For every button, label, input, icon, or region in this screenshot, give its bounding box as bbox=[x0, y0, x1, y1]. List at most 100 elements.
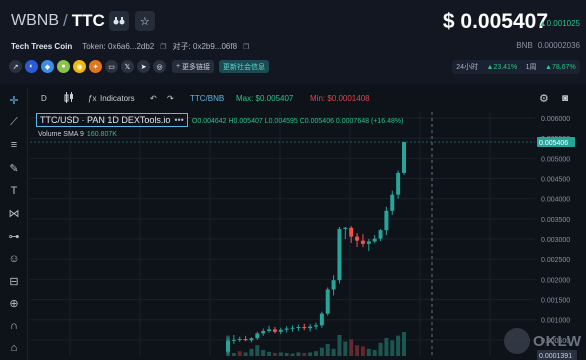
redo-icon[interactable]: ↷ bbox=[167, 94, 174, 103]
indicators-button[interactable]: Indicators bbox=[100, 94, 135, 103]
project-name: Tech Trees Coin bbox=[11, 42, 73, 51]
volume-bar bbox=[290, 353, 295, 356]
chart-site-icon[interactable]: ◆ bbox=[41, 60, 54, 73]
base-symbol: WBNB bbox=[11, 12, 59, 29]
volume-bar bbox=[372, 350, 377, 356]
text-tool-icon[interactable]: T bbox=[6, 183, 22, 199]
settings-gear-icon[interactable]: ⚙ bbox=[539, 92, 549, 105]
candle-body bbox=[355, 236, 360, 241]
share-icon[interactable]: ↗ bbox=[9, 60, 22, 73]
brush-icon[interactable]: ✎ bbox=[6, 160, 22, 176]
price-axis-tick: 0.004000 bbox=[541, 197, 570, 204]
price-axis-tick: 0.002000 bbox=[541, 277, 570, 284]
candle-body bbox=[402, 142, 406, 173]
volume-bar bbox=[402, 332, 406, 356]
ruler-icon[interactable]: ⊟ bbox=[6, 273, 22, 289]
coingecko-icon[interactable]: ● bbox=[57, 60, 70, 73]
candlestick-chart-svg: 0.0060000.0055000.0050000.0045000.004000… bbox=[30, 112, 577, 360]
zoom-in-icon[interactable]: ⊕ bbox=[6, 295, 22, 311]
volume-bar bbox=[272, 353, 277, 356]
update-community-button[interactable]: 更新社会信息 bbox=[219, 60, 270, 73]
more-links-button[interactable]: + 更多链接 bbox=[172, 60, 215, 73]
candle-body bbox=[319, 313, 324, 326]
candle-style-icon-svg bbox=[64, 91, 73, 103]
discord-icon[interactable]: ◎ bbox=[153, 60, 166, 73]
volume-bar bbox=[267, 351, 272, 356]
candle-body bbox=[314, 325, 318, 327]
website-icon[interactable]: ▭ bbox=[105, 60, 118, 73]
metamask-icon[interactable]: ✦ bbox=[89, 60, 102, 73]
price-axis-tick: 0.003000 bbox=[541, 237, 570, 244]
chart-symbol-box[interactable]: TTC/USD · PAN 1D DEXTools.io ••• bbox=[36, 113, 188, 127]
lock-icon[interactable]: ⌂ bbox=[6, 340, 22, 356]
pair-title: WBNB / TTC ☆ bbox=[11, 11, 155, 31]
ohlc-values: O0.004642 H0.005407 L0.004595 C0.005406 … bbox=[191, 118, 404, 125]
candle-body bbox=[284, 328, 289, 330]
up-arrow-icon: ▲ bbox=[545, 63, 552, 71]
period-1w-label: 1周 bbox=[525, 64, 537, 71]
chart-legend: TTC/USD · PAN 1D DEXTools.io ••• O0.0046… bbox=[36, 113, 403, 127]
watermark-logo-icon bbox=[504, 328, 530, 354]
pair-separator: / bbox=[63, 11, 68, 30]
copy-pair-icon[interactable]: ❐ bbox=[243, 43, 249, 51]
volume-indicator-value: 160.807K bbox=[86, 131, 117, 138]
volume-indicator-label: Volume SMA 9 bbox=[38, 131, 84, 138]
binoculars-icon[interactable] bbox=[108, 11, 129, 31]
chart-symbol-title: TTC/USD · PAN 1D DEXTools.io bbox=[40, 115, 171, 125]
volume-bar bbox=[384, 338, 389, 356]
period-24h-value: 23.41% bbox=[493, 63, 518, 71]
coinmarketcap-icon[interactable]: ◐ bbox=[25, 60, 38, 73]
candle-body bbox=[372, 238, 377, 242]
candle-body bbox=[378, 230, 383, 239]
volume-bar bbox=[343, 341, 348, 356]
magnet-icon[interactable]: ∩ bbox=[6, 318, 22, 334]
last-price-label: 0.005406 bbox=[539, 140, 568, 147]
volume-bar bbox=[337, 335, 342, 356]
candle-body bbox=[231, 339, 236, 341]
candle-body bbox=[278, 329, 283, 332]
crosshair-icon[interactable]: ✛ bbox=[6, 92, 22, 108]
interval-button[interactable]: D bbox=[41, 94, 47, 103]
candle-body bbox=[226, 340, 230, 352]
token-address[interactable]: Token: 0x6a6...2db2 bbox=[82, 42, 154, 51]
horizontal-lines-icon[interactable]: ≡ bbox=[6, 137, 22, 153]
volume-bar bbox=[249, 348, 254, 356]
pattern-icon[interactable]: ⋈ bbox=[6, 205, 22, 221]
pair-address[interactable]: 对子: 0x2b9...06f8 bbox=[173, 41, 237, 52]
max-price-label: Max: $0.005407 bbox=[236, 93, 294, 103]
legend-more-icon[interactable]: ••• bbox=[174, 115, 183, 125]
period-24h-label: 24小时 bbox=[456, 64, 479, 71]
candle-body bbox=[384, 210, 389, 231]
telegram-icon[interactable]: ➤ bbox=[137, 60, 150, 73]
emoji-icon[interactable]: ☺ bbox=[6, 251, 22, 267]
volume-bar bbox=[319, 347, 324, 356]
twitter-icon[interactable]: 𝕏 bbox=[121, 60, 134, 73]
volume-bar bbox=[349, 339, 354, 356]
volume-bar bbox=[231, 353, 236, 356]
volume-bar bbox=[378, 342, 383, 356]
price-axis-tick: 0.003500 bbox=[541, 217, 570, 224]
site-watermark: OKLW bbox=[504, 328, 582, 354]
candle-body bbox=[272, 329, 277, 332]
drawing-tools-sidebar: ✛ ⟋ ≡ ✎ T ⋈ ⊶ ☺ ⊟ ⊕ ∩ ⌂ bbox=[0, 88, 28, 360]
price-chart[interactable]: 0.0060000.0055000.0050000.0045000.004000… bbox=[30, 108, 586, 360]
quote-symbol: TTC bbox=[71, 11, 105, 30]
explorer-icon[interactable]: ◉ bbox=[73, 60, 86, 73]
volume-bar bbox=[355, 345, 360, 356]
volume-bar bbox=[396, 335, 401, 356]
copy-token-icon[interactable]: ❐ bbox=[160, 43, 166, 51]
screenshot-camera-icon[interactable]: ◙ bbox=[562, 93, 568, 104]
indicators-icon[interactable]: ƒx bbox=[88, 94, 96, 103]
candle-body bbox=[243, 339, 248, 341]
candle-body bbox=[290, 327, 295, 329]
pair-switch-button[interactable]: TTC/BNB bbox=[190, 94, 224, 103]
trend-line-icon[interactable]: ⟋ bbox=[6, 114, 22, 130]
candle-body bbox=[237, 339, 242, 341]
candle-style-icon[interactable] bbox=[64, 91, 74, 105]
token-info-line: Tech Trees Coin Token: 0x6a6...2db2 ❐ 对子… bbox=[11, 41, 249, 52]
favorite-star-icon[interactable]: ☆ bbox=[134, 11, 155, 31]
undo-icon[interactable]: ↶ bbox=[150, 94, 157, 103]
min-price-label: Min: $0.0001408 bbox=[310, 93, 370, 103]
candle-body bbox=[331, 280, 336, 290]
measure-icon[interactable]: ⊶ bbox=[6, 228, 22, 244]
